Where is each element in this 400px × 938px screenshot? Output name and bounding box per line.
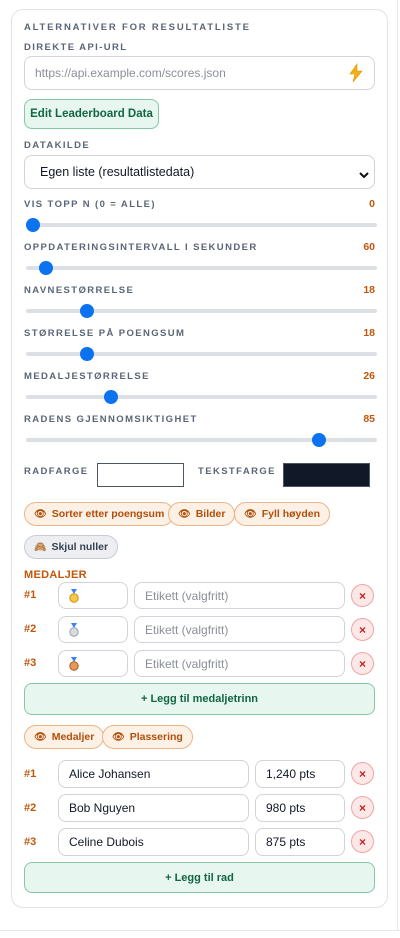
entry-rank: #3 — [24, 836, 37, 848]
slider-label: MEDALJESTØRRELSE — [24, 371, 150, 382]
add-medal-tier-button[interactable]: + Legg til medaljetrinn — [24, 683, 375, 715]
add-row-button[interactable]: + Legg til rad — [24, 862, 375, 893]
entry-score-input[interactable]: 980 pts — [255, 794, 345, 822]
slider-track[interactable] — [26, 352, 377, 356]
datasource-label: DATAKILDE — [24, 140, 91, 151]
slider-track[interactable] — [26, 309, 377, 313]
delete-row-button[interactable]: × — [351, 796, 374, 819]
medal-label-input[interactable]: Etikett (valgfritt) — [134, 616, 345, 643]
slider-track[interactable] — [26, 395, 377, 399]
entry-name: Celine Dubois — [69, 835, 144, 849]
eye-icon: 👁 — [112, 731, 125, 743]
toggle-sort-by-score[interactable]: 👁 Sorter etter poengsum — [24, 502, 175, 526]
eye-icon: 👁 — [244, 508, 257, 520]
entry-name-input[interactable]: Alice Johansen — [58, 760, 249, 788]
toggle-images[interactable]: 👁 Bilder — [168, 502, 236, 526]
row-color-label: RADFARGE — [24, 466, 89, 477]
right-divider — [397, 0, 398, 930]
entry-rank: #1 — [24, 768, 37, 780]
delete-row-button[interactable]: × — [351, 762, 374, 785]
slider-value: 85 — [363, 413, 375, 425]
toggle-label: Sorter etter poengsum — [51, 508, 165, 520]
slider-track[interactable] — [26, 266, 377, 270]
toggle-hide-zeros[interactable]: 🙈 Skjul nuller — [24, 535, 119, 559]
slider-label: OPPDATERINGSINTERVALL I SEKUNDER — [24, 242, 258, 253]
entry-score: 980 pts — [266, 801, 306, 815]
medals-section-title: MEDALJER — [24, 569, 87, 581]
delete-medal-button[interactable]: × — [351, 584, 374, 607]
medal-icon-field[interactable] — [58, 616, 128, 643]
medal-rank: #1 — [24, 589, 37, 601]
slider-thumb[interactable] — [79, 347, 94, 361]
toggle-label: Skjul nuller — [51, 541, 109, 553]
slider-label: NAVNESTØRRELSE — [24, 285, 135, 296]
row-color-swatch[interactable] — [97, 463, 184, 487]
delete-medal-button[interactable]: × — [351, 618, 374, 641]
api-url-label: DIREKTE API-URL — [24, 42, 128, 53]
slider-value: 18 — [363, 327, 375, 339]
toggle-placement-column[interactable]: 👁 Plassering — [102, 725, 193, 749]
toggle-label: Bilder — [195, 508, 226, 520]
delete-medal-button[interactable]: × — [351, 652, 374, 675]
medal-label-placeholder: Etikett (valgfritt) — [145, 622, 229, 637]
slider-value: 0 — [369, 198, 375, 210]
toggle-label: Medaljer — [51, 731, 95, 743]
slider-value: 18 — [363, 284, 375, 296]
entry-name-input[interactable]: Celine Dubois — [58, 828, 249, 856]
toggle-label: Fyll høyden — [261, 508, 321, 520]
datasource-selected: Egen liste (resultatlistedata) — [40, 165, 195, 179]
edit-leaderboard-data-button[interactable]: Edit Leaderboard Data — [24, 99, 159, 129]
text-color-label: TEKSTFARGE — [198, 466, 276, 477]
eye-icon: 👁 — [34, 508, 47, 520]
eye-icon: 👁 — [34, 731, 47, 743]
toggle-label: Plassering — [129, 731, 183, 743]
entry-score-input[interactable]: 875 pts — [255, 828, 345, 856]
slider-label: VIS TOPP N (0 = ALLE) — [24, 199, 156, 210]
entry-name-input[interactable]: Bob Nguyen — [58, 794, 249, 822]
lightning-icon[interactable] — [348, 63, 364, 83]
silver-medal-icon — [69, 622, 79, 637]
text-color-swatch[interactable] — [283, 463, 370, 487]
slider-label: STØRRELSE PÅ POENGSUM — [24, 328, 186, 339]
api-url-placeholder: https://api.example.com/scores.json — [35, 66, 226, 80]
slider-label: RADENS GJENNOMSIKTIGHET — [24, 414, 198, 425]
medal-label-input[interactable]: Etikett (valgfritt) — [134, 650, 345, 677]
api-url-input[interactable]: https://api.example.com/scores.json — [24, 56, 375, 90]
slider-thumb[interactable] — [79, 304, 94, 318]
eye-off-icon: 🙈 — [34, 541, 47, 553]
panel-title: ALTERNATIVER FOR RESULTATLISTE — [24, 22, 251, 33]
delete-row-button[interactable]: × — [351, 830, 374, 853]
medal-icon-field[interactable] — [58, 650, 128, 677]
entry-name: Alice Johansen — [69, 767, 151, 781]
slider-value: 60 — [363, 241, 375, 253]
gold-medal-icon — [69, 588, 79, 603]
chevron-down-icon — [358, 167, 370, 179]
medal-rank: #2 — [24, 623, 37, 635]
entry-score: 875 pts — [266, 835, 306, 849]
slider-track[interactable] — [26, 223, 377, 227]
medal-label-input[interactable]: Etikett (valgfritt) — [134, 582, 345, 609]
eye-icon: 👁 — [178, 508, 191, 520]
slider-thumb[interactable] — [26, 218, 40, 232]
entry-score: 1,240 pts — [266, 767, 316, 781]
bottom-divider — [0, 930, 400, 931]
toggle-fill-height[interactable]: 👁 Fyll høyden — [234, 502, 331, 526]
bronze-medal-icon — [69, 656, 79, 671]
slider-thumb[interactable] — [103, 390, 118, 404]
datasource-select[interactable]: Egen liste (resultatlistedata) — [24, 155, 375, 189]
medal-label-placeholder: Etikett (valgfritt) — [145, 656, 229, 671]
medal-icon-field[interactable] — [58, 582, 128, 609]
slider-value: 26 — [363, 370, 375, 382]
medal-rank: #3 — [24, 657, 37, 669]
medal-label-placeholder: Etikett (valgfritt) — [145, 588, 229, 603]
entry-name: Bob Nguyen — [69, 801, 136, 815]
toggle-medals-column[interactable]: 👁 Medaljer — [24, 725, 105, 749]
entry-rank: #2 — [24, 802, 37, 814]
entry-score-input[interactable]: 1,240 pts — [255, 760, 345, 788]
